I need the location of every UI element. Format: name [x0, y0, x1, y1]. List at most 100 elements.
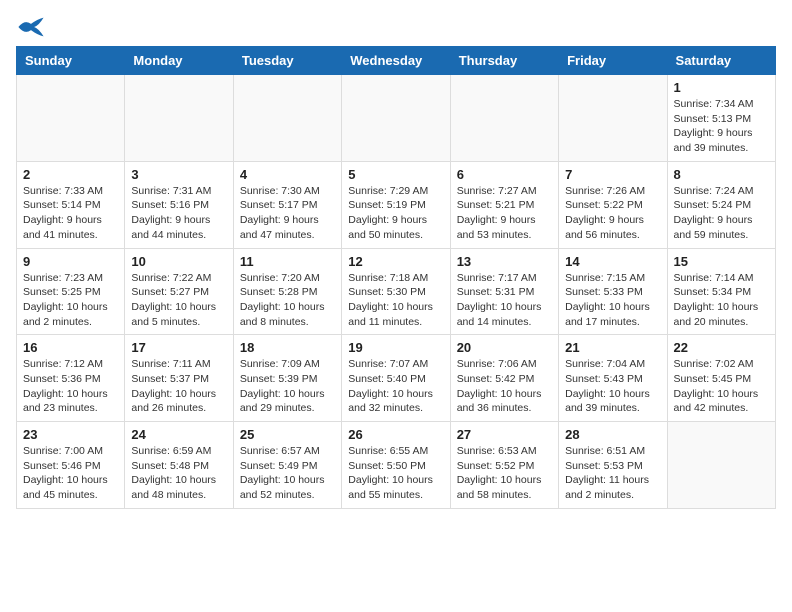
day-number: 24 [131, 427, 226, 442]
day-info: Sunrise: 7:09 AM Sunset: 5:39 PM Dayligh… [240, 357, 335, 416]
week-row-2: 2 Sunrise: 7:33 AM Sunset: 5:14 PM Daylig… [17, 161, 776, 248]
calendar-cell: 27 Sunrise: 6:53 AM Sunset: 5:52 PM Dayli… [450, 422, 558, 509]
day-info: Sunrise: 7:17 AM Sunset: 5:31 PM Dayligh… [457, 271, 552, 330]
calendar-cell: 8 Sunrise: 7:24 AM Sunset: 5:24 PM Daylig… [667, 161, 775, 248]
day-info: Sunrise: 7:14 AM Sunset: 5:34 PM Dayligh… [674, 271, 769, 330]
day-number: 28 [565, 427, 660, 442]
day-header-monday: Monday [125, 47, 233, 75]
page-header [16, 16, 776, 38]
calendar-cell: 19 Sunrise: 7:07 AM Sunset: 5:40 PM Dayli… [342, 335, 450, 422]
calendar-table: SundayMondayTuesdayWednesdayThursdayFrid… [16, 46, 776, 509]
calendar-cell: 24 Sunrise: 6:59 AM Sunset: 5:48 PM Dayli… [125, 422, 233, 509]
day-info: Sunrise: 7:02 AM Sunset: 5:45 PM Dayligh… [674, 357, 769, 416]
day-info: Sunrise: 7:29 AM Sunset: 5:19 PM Dayligh… [348, 184, 443, 243]
day-number: 18 [240, 340, 335, 355]
calendar-cell [667, 422, 775, 509]
week-row-5: 23 Sunrise: 7:00 AM Sunset: 5:46 PM Dayli… [17, 422, 776, 509]
day-number: 19 [348, 340, 443, 355]
day-info: Sunrise: 6:51 AM Sunset: 5:53 PM Dayligh… [565, 444, 660, 503]
day-info: Sunrise: 7:11 AM Sunset: 5:37 PM Dayligh… [131, 357, 226, 416]
day-number: 1 [674, 80, 769, 95]
day-number: 21 [565, 340, 660, 355]
calendar-cell: 15 Sunrise: 7:14 AM Sunset: 5:34 PM Dayli… [667, 248, 775, 335]
calendar-cell [450, 75, 558, 162]
day-number: 6 [457, 167, 552, 182]
calendar-cell: 3 Sunrise: 7:31 AM Sunset: 5:16 PM Daylig… [125, 161, 233, 248]
calendar-cell: 20 Sunrise: 7:06 AM Sunset: 5:42 PM Dayli… [450, 335, 558, 422]
day-number: 22 [674, 340, 769, 355]
day-number: 23 [23, 427, 118, 442]
day-number: 14 [565, 254, 660, 269]
day-info: Sunrise: 7:27 AM Sunset: 5:21 PM Dayligh… [457, 184, 552, 243]
calendar-cell: 6 Sunrise: 7:27 AM Sunset: 5:21 PM Daylig… [450, 161, 558, 248]
day-header-saturday: Saturday [667, 47, 775, 75]
day-number: 27 [457, 427, 552, 442]
logo [16, 16, 48, 38]
calendar-cell: 13 Sunrise: 7:17 AM Sunset: 5:31 PM Dayli… [450, 248, 558, 335]
day-number: 12 [348, 254, 443, 269]
day-info: Sunrise: 7:22 AM Sunset: 5:27 PM Dayligh… [131, 271, 226, 330]
calendar-cell: 17 Sunrise: 7:11 AM Sunset: 5:37 PM Dayli… [125, 335, 233, 422]
day-number: 20 [457, 340, 552, 355]
day-info: Sunrise: 7:20 AM Sunset: 5:28 PM Dayligh… [240, 271, 335, 330]
day-number: 9 [23, 254, 118, 269]
calendar-cell: 28 Sunrise: 6:51 AM Sunset: 5:53 PM Dayli… [559, 422, 667, 509]
calendar-cell [342, 75, 450, 162]
day-header-sunday: Sunday [17, 47, 125, 75]
day-number: 15 [674, 254, 769, 269]
day-info: Sunrise: 6:57 AM Sunset: 5:49 PM Dayligh… [240, 444, 335, 503]
day-info: Sunrise: 7:34 AM Sunset: 5:13 PM Dayligh… [674, 97, 769, 156]
day-info: Sunrise: 7:26 AM Sunset: 5:22 PM Dayligh… [565, 184, 660, 243]
day-header-friday: Friday [559, 47, 667, 75]
day-number: 17 [131, 340, 226, 355]
calendar-cell: 7 Sunrise: 7:26 AM Sunset: 5:22 PM Daylig… [559, 161, 667, 248]
day-number: 7 [565, 167, 660, 182]
day-header-wednesday: Wednesday [342, 47, 450, 75]
calendar-header-row: SundayMondayTuesdayWednesdayThursdayFrid… [17, 47, 776, 75]
week-row-3: 9 Sunrise: 7:23 AM Sunset: 5:25 PM Daylig… [17, 248, 776, 335]
day-info: Sunrise: 7:00 AM Sunset: 5:46 PM Dayligh… [23, 444, 118, 503]
calendar-cell: 4Sunrise: 7:30 AM Sunset: 5:17 PM Daylig… [233, 161, 341, 248]
calendar-cell: 22 Sunrise: 7:02 AM Sunset: 5:45 PM Dayli… [667, 335, 775, 422]
day-number: 13 [457, 254, 552, 269]
calendar-cell: 21 Sunrise: 7:04 AM Sunset: 5:43 PM Dayli… [559, 335, 667, 422]
day-number: 5 [348, 167, 443, 182]
day-number: 3 [131, 167, 226, 182]
day-info: Sunrise: 7:04 AM Sunset: 5:43 PM Dayligh… [565, 357, 660, 416]
day-number: 25 [240, 427, 335, 442]
calendar-cell [17, 75, 125, 162]
calendar-cell: 11 Sunrise: 7:20 AM Sunset: 5:28 PM Dayli… [233, 248, 341, 335]
day-header-tuesday: Tuesday [233, 47, 341, 75]
calendar-cell: 16Sunrise: 7:12 AM Sunset: 5:36 PM Dayli… [17, 335, 125, 422]
day-info: Sunrise: 7:24 AM Sunset: 5:24 PM Dayligh… [674, 184, 769, 243]
day-info: Sunrise: 7:18 AM Sunset: 5:30 PM Dayligh… [348, 271, 443, 330]
day-info: Sunrise: 6:53 AM Sunset: 5:52 PM Dayligh… [457, 444, 552, 503]
day-info: Sunrise: 7:07 AM Sunset: 5:40 PM Dayligh… [348, 357, 443, 416]
calendar-cell: 26Sunrise: 6:55 AM Sunset: 5:50 PM Dayli… [342, 422, 450, 509]
calendar-cell: 14 Sunrise: 7:15 AM Sunset: 5:33 PM Dayli… [559, 248, 667, 335]
calendar-cell: 9 Sunrise: 7:23 AM Sunset: 5:25 PM Daylig… [17, 248, 125, 335]
day-number: 11 [240, 254, 335, 269]
day-number: 8 [674, 167, 769, 182]
day-info: Sunrise: 7:30 AM Sunset: 5:17 PM Dayligh… [240, 184, 335, 243]
day-info: Sunrise: 6:59 AM Sunset: 5:48 PM Dayligh… [131, 444, 226, 503]
day-info: Sunrise: 7:12 AM Sunset: 5:36 PM Dayligh… [23, 357, 118, 416]
day-info: Sunrise: 7:06 AM Sunset: 5:42 PM Dayligh… [457, 357, 552, 416]
day-info: Sunrise: 7:23 AM Sunset: 5:25 PM Dayligh… [23, 271, 118, 330]
calendar-cell: 23 Sunrise: 7:00 AM Sunset: 5:46 PM Dayli… [17, 422, 125, 509]
day-number: 2 [23, 167, 118, 182]
calendar-cell: 12 Sunrise: 7:18 AM Sunset: 5:30 PM Dayli… [342, 248, 450, 335]
day-number: 26 [348, 427, 443, 442]
calendar-cell: 5 Sunrise: 7:29 AM Sunset: 5:19 PM Daylig… [342, 161, 450, 248]
day-info: Sunrise: 7:15 AM Sunset: 5:33 PM Dayligh… [565, 271, 660, 330]
day-info: Sunrise: 7:31 AM Sunset: 5:16 PM Dayligh… [131, 184, 226, 243]
calendar-cell [125, 75, 233, 162]
day-header-thursday: Thursday [450, 47, 558, 75]
calendar-cell: 10Sunrise: 7:22 AM Sunset: 5:27 PM Dayli… [125, 248, 233, 335]
week-row-1: 1 Sunrise: 7:34 AM Sunset: 5:13 PM Daylig… [17, 75, 776, 162]
calendar-cell [233, 75, 341, 162]
calendar-cell [559, 75, 667, 162]
calendar-cell: 2 Sunrise: 7:33 AM Sunset: 5:14 PM Daylig… [17, 161, 125, 248]
week-row-4: 16Sunrise: 7:12 AM Sunset: 5:36 PM Dayli… [17, 335, 776, 422]
day-info: Sunrise: 7:33 AM Sunset: 5:14 PM Dayligh… [23, 184, 118, 243]
